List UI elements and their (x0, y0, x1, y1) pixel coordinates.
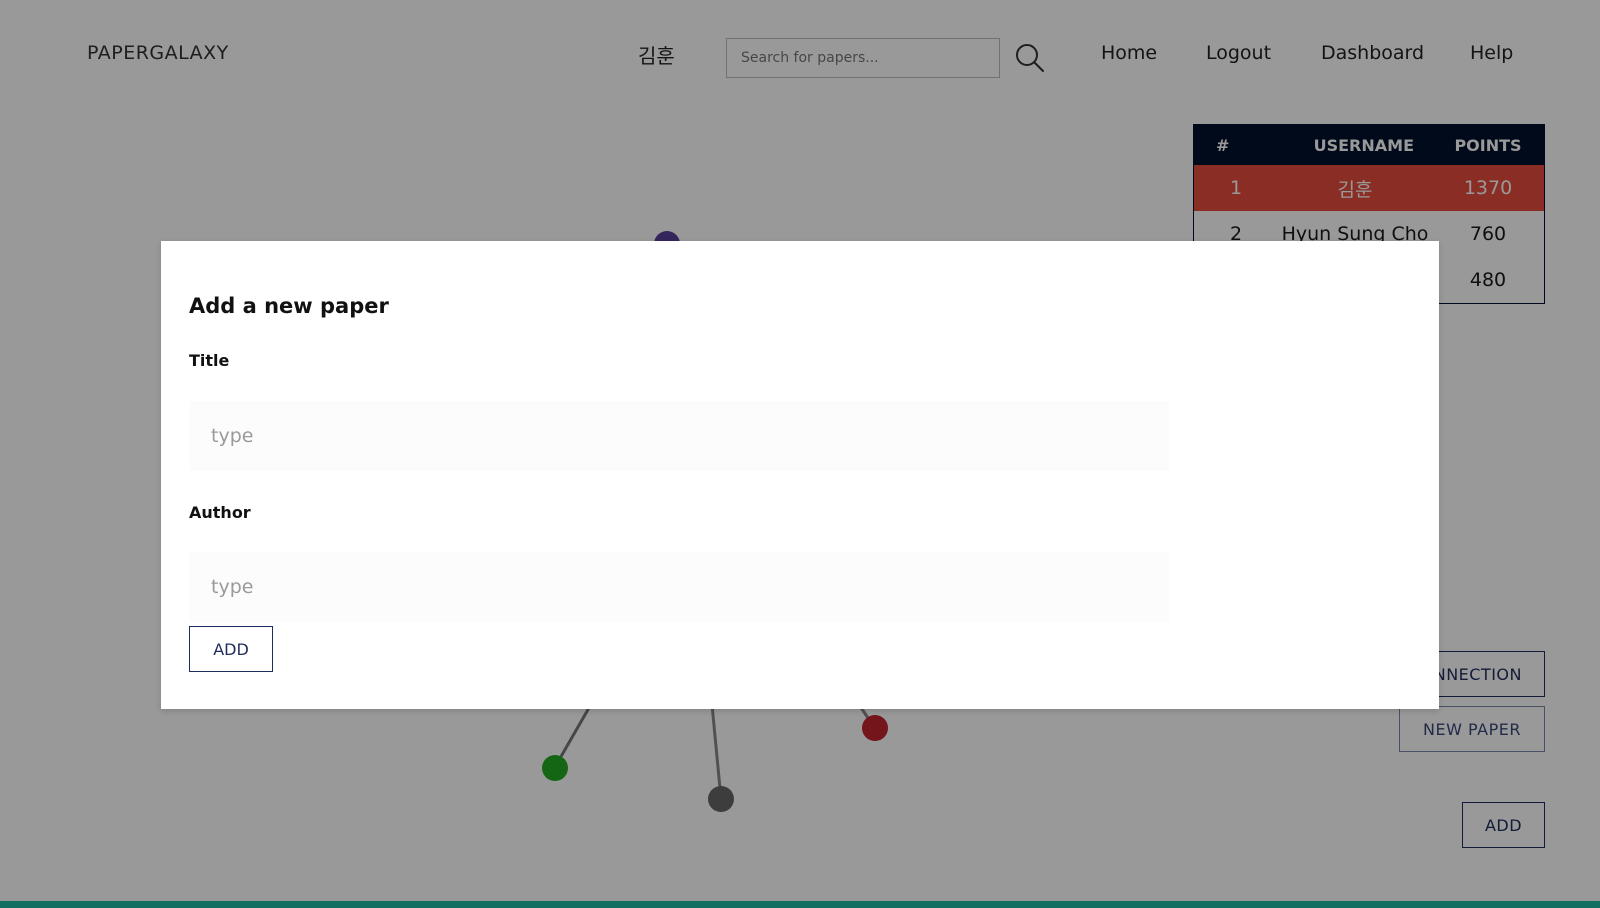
title-input[interactable] (189, 401, 1169, 471)
author-input[interactable] (189, 552, 1169, 622)
author-label: Author (189, 503, 251, 522)
modal-title: Add a new paper (189, 294, 389, 318)
add-paper-modal: Add a new paper Title Author ADD (161, 241, 1439, 709)
title-label: Title (189, 351, 230, 370)
modal-add-button[interactable]: ADD (189, 626, 273, 672)
